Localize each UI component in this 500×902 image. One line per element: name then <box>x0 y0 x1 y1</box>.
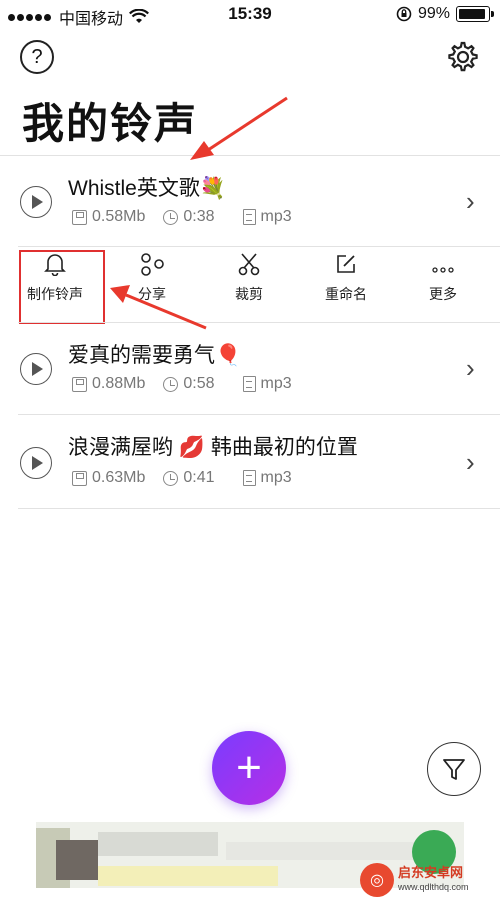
file-icon <box>242 470 256 486</box>
add-button[interactable]: + <box>212 731 286 805</box>
chevron-right-icon[interactable]: › <box>466 353 475 384</box>
file-icon <box>242 376 256 392</box>
ad-blur-block <box>98 832 218 856</box>
file-size: 0.63Mb <box>92 469 146 486</box>
clock-icon <box>163 209 179 225</box>
song-meta: 0.58Mb 0:38 mp3 <box>72 208 310 226</box>
share-icon <box>141 253 164 276</box>
disk-icon <box>72 209 87 225</box>
battery-icon <box>456 6 494 22</box>
file-icon <box>242 209 256 225</box>
battery-percent: 99% <box>417 5 450 22</box>
ad-blur-block <box>98 866 278 886</box>
action-label: 更多 <box>429 286 457 302</box>
action-label: 裁剪 <box>235 286 263 302</box>
more-icon <box>432 267 454 273</box>
action-share[interactable]: 分享 <box>107 248 197 304</box>
row-divider <box>18 246 500 247</box>
disk-icon <box>72 376 87 392</box>
watermark: ◎ 启东安卓网 www.qdlthdq.com <box>360 858 500 902</box>
scissors-icon <box>238 253 260 276</box>
chevron-right-icon[interactable]: › <box>466 447 475 478</box>
balloon-emoji: 🎈 <box>215 344 242 367</box>
highlight-box <box>19 250 105 324</box>
settings-gear-icon[interactable] <box>446 40 480 74</box>
watermark-url: www.qdlthdq.com <box>398 882 469 892</box>
action-more[interactable]: 更多 <box>398 248 488 304</box>
chevron-right-icon[interactable]: › <box>466 186 475 217</box>
play-icon[interactable] <box>20 447 52 479</box>
song-meta: 0.88Mb 0:58 mp3 <box>72 375 310 393</box>
song-title: 爱真的需要勇气🎈 <box>68 344 242 367</box>
annotation-arrow-title <box>190 96 288 160</box>
file-format: mp3 <box>260 375 292 392</box>
row-divider <box>18 508 500 509</box>
edit-icon <box>337 255 355 273</box>
play-icon[interactable] <box>20 353 52 385</box>
duration: 0:58 <box>183 375 215 392</box>
duration: 0:41 <box>183 469 215 486</box>
song-row[interactable]: 爱真的需要勇气🎈 0.88Mb 0:58 mp3 › <box>0 323 500 413</box>
clock-icon <box>163 470 179 486</box>
bouquet-emoji: 💐 <box>199 177 227 200</box>
question-icon: ? <box>31 45 43 68</box>
status-bar: 中国移动 15:39 99% <box>0 0 500 30</box>
file-size: 0.88Mb <box>92 375 146 392</box>
play-icon[interactable] <box>20 186 52 218</box>
filter-button[interactable] <box>427 742 481 796</box>
clock-icon <box>163 376 179 392</box>
filter-icon <box>443 759 465 780</box>
watermark-logo-icon: ◎ <box>360 863 394 897</box>
song-title: Whistle英文歌💐 <box>68 177 227 200</box>
song-meta: 0.63Mb 0:41 mp3 <box>72 469 310 487</box>
action-rename[interactable]: 重命名 <box>301 248 391 304</box>
status-right: 99% <box>396 5 494 23</box>
duration: 0:38 <box>183 208 215 225</box>
song-row[interactable]: 浪漫满屋哟 💋 韩曲最初的位置 0.63Mb 0:41 mp3 › <box>0 415 500 507</box>
page-title: 我的铃声 <box>22 100 199 147</box>
file-format: mp3 <box>260 469 292 486</box>
action-label: 分享 <box>138 286 166 302</box>
action-label: 重命名 <box>325 286 367 302</box>
disk-icon <box>72 470 87 486</box>
ad-blur-block <box>56 840 98 880</box>
song-row[interactable]: Whistle英文歌💐 0.58Mb 0:38 mp3 › <box>0 156 500 246</box>
watermark-name: 启东安卓网 <box>398 865 464 880</box>
file-format: mp3 <box>260 208 292 225</box>
file-size: 0.58Mb <box>92 208 146 225</box>
action-trim[interactable]: 裁剪 <box>204 248 294 304</box>
help-button[interactable]: ? <box>20 40 54 74</box>
orientation-lock-icon <box>396 6 412 22</box>
song-title: 浪漫满屋哟 💋 韩曲最初的位置 <box>68 436 358 459</box>
plus-icon: + <box>236 743 262 792</box>
